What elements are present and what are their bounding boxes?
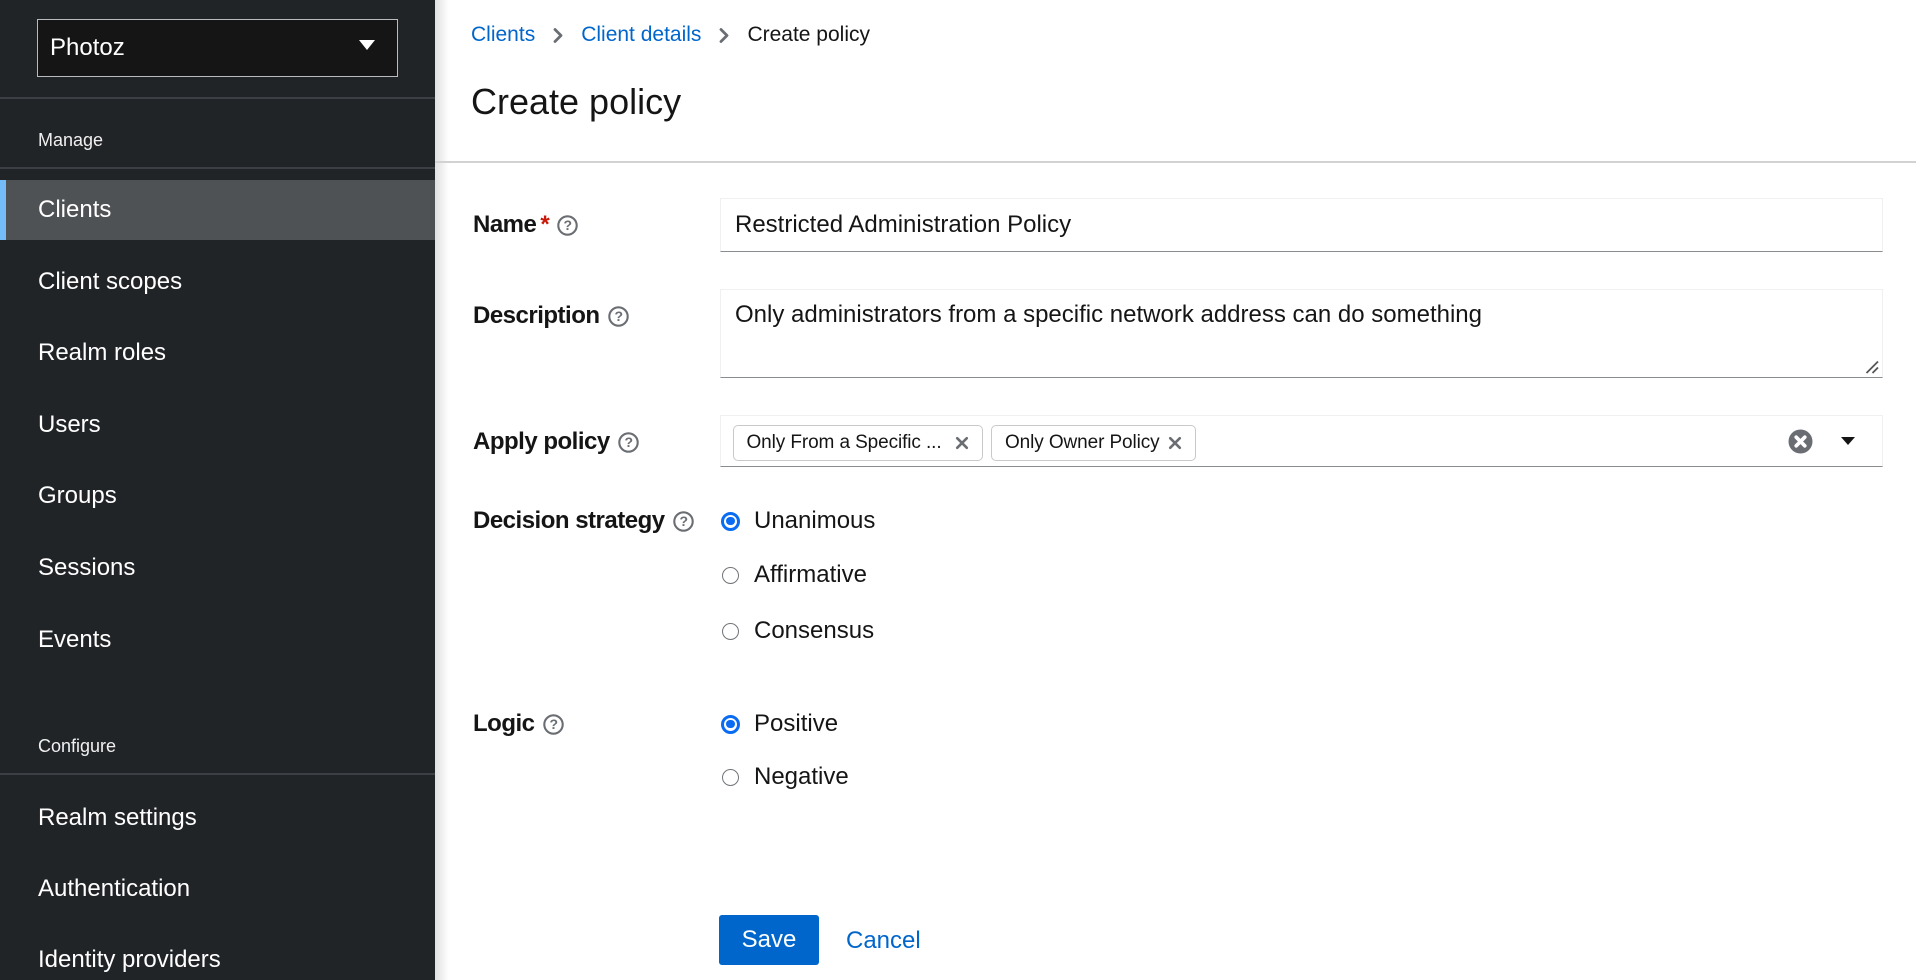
svg-text:?: ? bbox=[564, 217, 572, 233]
svg-text:?: ? bbox=[679, 513, 687, 529]
svg-text:?: ? bbox=[549, 716, 557, 732]
svg-text:?: ? bbox=[614, 308, 622, 324]
svg-text:?: ? bbox=[624, 434, 632, 450]
